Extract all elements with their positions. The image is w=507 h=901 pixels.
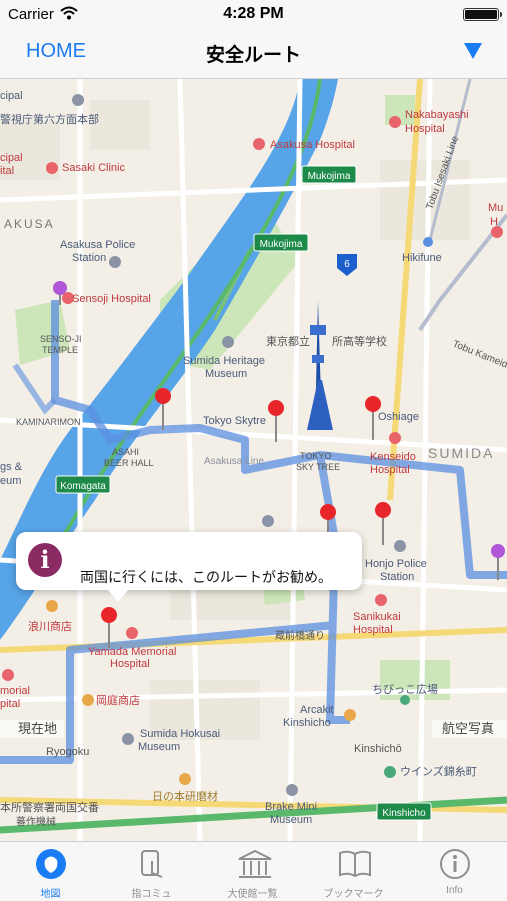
info-icon: i [28,543,62,577]
tab-bookmark-label: ブックマーク [323,889,384,900]
map-label: H [490,216,498,228]
map-label: Hospital [353,624,393,636]
navigation-bar: HOME 安全ルート [0,28,507,79]
map-label: BEER HALL [104,458,154,468]
map-label: Brake Mini [265,801,317,813]
map-label: 蕃作機械 [16,815,56,828]
map-label: Museum [138,741,180,753]
map-label: Mu [488,202,503,214]
map-label: Honjo Police [365,558,427,570]
mukojima-sign-2: Mukojima [253,233,309,252]
svg-text:Kinshicho: Kinshicho [382,808,426,819]
map-label: Asakusa Line [204,456,264,467]
map-label: 本所警察署両国交番 [0,800,99,814]
map-label: 浪川商店 [28,619,72,633]
map-label: Ryogoku [46,746,89,758]
map-label: Station [72,252,106,264]
map-icon [36,849,66,879]
svg-text:航空写真: 航空写真 [442,721,494,736]
map-label: ウインズ錦糸町 [400,764,477,778]
map-label: Hospital [405,123,445,135]
map-label: eum [0,475,21,487]
svg-text:現在地: 現在地 [18,721,57,736]
book-icon [339,850,371,878]
map-label: morial [0,685,30,697]
tab-finger-comm-label: 指コミュ [131,889,172,900]
map-label: 所高等学校 [332,334,387,348]
map-label: Sumida Heritage [183,355,265,367]
map-label: Hospital [110,658,150,670]
map-label: 東京都立 [266,334,310,348]
map-label: SUMIDA [428,445,494,461]
map-label: Arcakit [300,704,334,716]
map-label: Sumida Hokusai [140,728,220,740]
tab-finger-comm[interactable]: 指コミュ [101,842,202,901]
map-label: Hikifune [402,252,442,264]
map-label: cipal [0,152,23,164]
tab-bar: 地図 指コミュ 大使館一覧 ブックマーク Info [0,841,507,901]
map-label: Tokyo Skytre [203,415,266,427]
map-label: ital [0,165,14,177]
mukojima-sign: Mukojima [301,165,357,184]
map-label: Sensoji Hospital [72,293,151,305]
tab-info-label: Info [446,885,463,896]
map-label: Asakusa Hospital [270,139,355,151]
map-label: Oshiage [378,411,419,423]
map-label: ASAHI [112,447,139,457]
kinshicho-sign: Kinshicho [376,802,432,821]
tab-map-label: 地図 [40,889,61,900]
map-label: TEMPLE [42,345,78,355]
tab-embassy-label: 大使館一覧 [227,889,278,900]
map-label: 警視庁第六方面本部 [0,112,99,126]
map-label: Museum [205,368,247,380]
map-label: Sasaki Clinic [62,162,125,174]
svg-text:Mukojima: Mukojima [308,171,351,182]
map-label: Kinshichō [354,743,402,755]
map-label: pital [0,698,20,710]
map-label: 岡庭商店 [96,693,140,707]
map-view[interactable]: 6 Mukojima Mukojima Komagata Kinshicho c… [0,79,507,841]
current-location-control[interactable]: 現在地 [0,720,64,738]
map-label: KAMINARIMON [16,417,81,427]
status-time: 4:28 PM [223,5,284,22]
map-label: AKUSA [4,217,55,231]
map-label: Nakabayashi [405,109,469,121]
finger-icon [141,850,163,878]
map-label: 蔵前橋通り [275,629,325,642]
map-label: TOKYO [300,451,331,461]
map-label: gs & [0,461,23,473]
dropdown-triangle-icon[interactable] [463,42,483,60]
map-label: Yamada Memorial [88,646,176,658]
map-label: cipal [0,90,23,102]
battery-icon [463,8,502,21]
tab-map[interactable]: 地図 [0,842,101,901]
map-label: SKY TREE [296,462,340,472]
status-bar: Carrier 4:28 PM [0,0,507,28]
map-label: Asakusa Police [60,239,135,251]
map-label: Kinshicho [283,717,331,729]
aerial-photo-control[interactable]: 航空写真 [432,720,507,738]
info-circle-icon [440,849,470,879]
map-label: 日の本研磨材 [152,789,218,803]
tab-bookmark[interactable]: ブックマーク [303,842,404,901]
tab-embassy[interactable]: 大使館一覧 [202,842,303,901]
svg-text:Komagata: Komagata [60,481,106,492]
map-label: Hospital [370,464,410,476]
tab-info[interactable]: Info [404,842,505,901]
map-label: SENSO-JI [40,334,82,344]
map-label: Museum [270,814,312,826]
route-callout: i 両国に行くには、このルートがお勧め。 [16,532,362,602]
svg-text:6: 6 [344,259,350,270]
callout-text: 両国に行くには、このルートがお勧め。 [80,569,332,585]
komagata-sign: Komagata [55,475,111,494]
page-title: 安全ルート [205,45,301,66]
map-label: Station [380,571,414,583]
map-label: Sanikukai [353,611,401,623]
map-label: ちびっこ広場 [372,683,438,696]
svg-text:Mukojima: Mukojima [260,239,303,250]
embassy-icon [238,849,272,878]
map-label: Kenseido [370,451,416,463]
